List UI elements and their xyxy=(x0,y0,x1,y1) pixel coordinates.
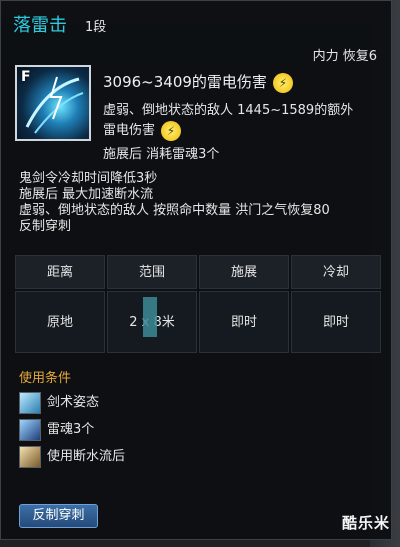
water-cut-icon xyxy=(19,445,41,468)
header-range: 范围 xyxy=(107,255,197,289)
skill-tooltip: 落雷击 1段 内力 恢复6 F 3096~3409的雷电伤害 ⚡ 虚弱、倒地状态的… xyxy=(0,0,392,540)
condition-label: 雷魂3个 xyxy=(47,422,95,437)
header-cast: 施展 xyxy=(199,255,289,289)
counter-pierce-badge[interactable]: 反制穿刺 xyxy=(19,504,98,528)
damage-main-text: 3096~3409的雷电伤害 xyxy=(103,73,267,91)
condition-label: 剑术姿态 xyxy=(47,395,100,410)
value-distance: 原地 xyxy=(15,291,105,353)
skill-title: 落雷击 xyxy=(13,15,67,36)
extra-damage-line1: 虚弱、倒地状态的敌人 1445~1589的额外 xyxy=(103,103,354,118)
recovery-info: 内力 恢复6 xyxy=(312,49,377,64)
sword-stance-icon xyxy=(19,391,41,414)
effect-line: 反制穿刺 xyxy=(19,219,72,234)
lightning-swirl-icon xyxy=(25,76,84,134)
range-indicator xyxy=(143,297,157,337)
conditions-title: 使用条件 xyxy=(19,371,72,386)
lightning-icon: ⚡ xyxy=(161,120,182,141)
header-cooldown: 冷却 xyxy=(291,255,381,289)
value-cooldown: 即时 xyxy=(291,291,381,353)
extra-damage-text: 雷电伤害 xyxy=(103,123,156,138)
extra-damage-line2: 雷电伤害 ⚡ xyxy=(103,119,182,141)
skill-icon: F xyxy=(15,65,91,141)
skill-stats-table: 距离 范围 施展 冷却 原地 2 x 8米 即时 即时 xyxy=(15,255,381,355)
thunder-soul-icon xyxy=(19,418,41,441)
damage-main: 3096~3409的雷电伤害 ⚡ xyxy=(103,71,293,93)
lightning-icon: ⚡ xyxy=(272,72,293,93)
condition-item: 剑术姿态 xyxy=(19,391,100,414)
watermark-logo: 酷乐米 xyxy=(341,514,390,532)
skill-rank: 1段 xyxy=(85,20,107,35)
condition-item: 雷魂3个 xyxy=(19,418,95,441)
value-cast: 即时 xyxy=(199,291,289,353)
condition-label: 使用断水流后 xyxy=(47,449,126,464)
after-cast-cost: 施展后 消耗雷魂3个 xyxy=(103,147,220,162)
condition-item: 使用断水流后 xyxy=(19,445,126,468)
header-distance: 距离 xyxy=(15,255,105,289)
